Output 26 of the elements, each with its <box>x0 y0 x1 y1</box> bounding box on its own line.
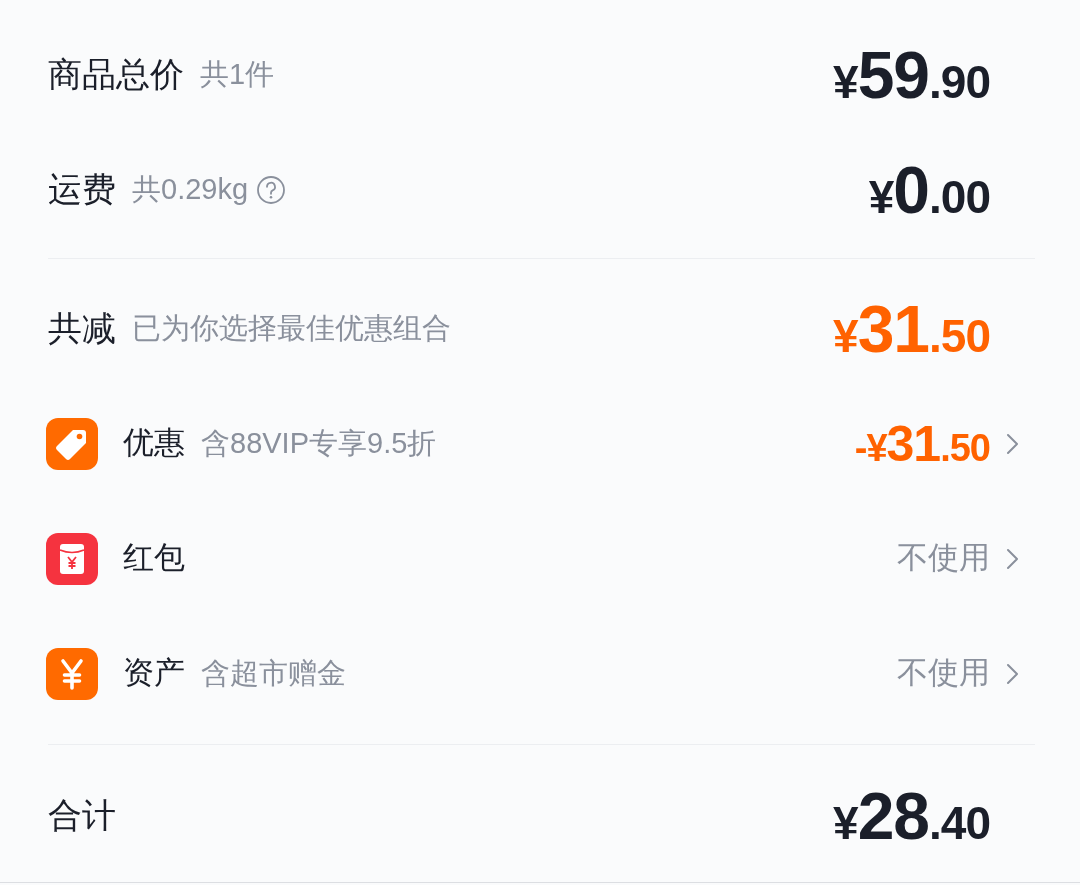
chevron-right-icon[interactable] <box>1006 662 1019 685</box>
row-label: 优惠 <box>123 424 185 463</box>
yuan-icon <box>46 647 98 700</box>
discount-total-price: ¥31.50 <box>833 295 990 362</box>
row-label: 合计 <box>48 795 116 836</box>
help-icon[interactable] <box>256 174 287 205</box>
price-text: ¥0.00 <box>868 156 990 223</box>
price-text: ¥59.90 <box>833 41 990 108</box>
tag-icon <box>46 417 98 470</box>
row-label: 商品总价 <box>48 54 184 95</box>
row-label: 红包 <box>123 539 185 578</box>
row-note: 共1件 <box>200 56 275 92</box>
row-note: 共0.29kg <box>132 171 249 207</box>
chevron-right-icon[interactable] <box>1006 432 1019 455</box>
envelope-icon <box>46 532 98 585</box>
option-value[interactable]: 不使用 <box>897 535 990 582</box>
row-label: 运费 <box>48 169 116 210</box>
total-price: ¥28.40 <box>833 782 990 849</box>
option-value[interactable]: 不使用 <box>897 650 990 697</box>
chevron-right-icon[interactable] <box>1006 547 1019 570</box>
row-label: 共减 <box>48 308 116 349</box>
row-note: 含超市赠金 <box>201 655 346 691</box>
discount-price: -¥31.50 <box>854 418 990 469</box>
row-note: 含88VIP专享9.5折 <box>201 425 437 461</box>
row-label: 资产 <box>123 654 185 693</box>
row-note: 已为你选择最佳优惠组合 <box>132 310 451 346</box>
